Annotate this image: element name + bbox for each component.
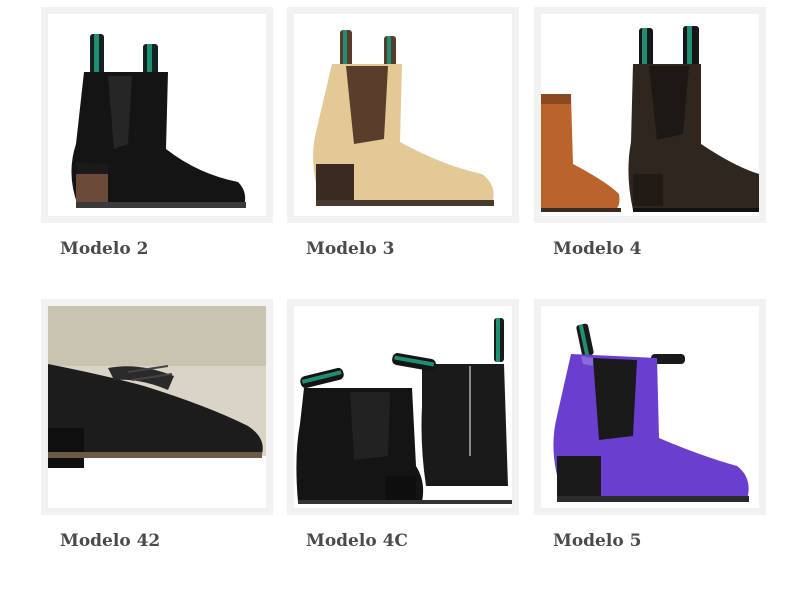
product-image-black-suede-boot [48, 14, 266, 216]
product-title: Modelo 2 [60, 239, 149, 259]
product-image-beige-leather-boot [294, 14, 512, 216]
product-card-modelo-4c[interactable]: Modelo 4C [287, 299, 519, 569]
product-title: Modelo 4 [553, 239, 642, 259]
product-thumbnail-frame [41, 7, 273, 223]
product-title: Modelo 4C [306, 531, 408, 551]
product-thumbnail-frame [41, 299, 273, 515]
product-image-brown-and-dark-boots [541, 14, 759, 216]
product-card-modelo-2[interactable]: Modelo 2 [41, 7, 273, 277]
product-thumbnail-frame [534, 7, 766, 223]
product-title: Modelo 3 [306, 239, 395, 259]
product-card-modelo-3[interactable]: Modelo 3 [287, 7, 519, 277]
product-card-modelo-5[interactable]: Modelo 5 [534, 299, 766, 569]
product-thumbnail-frame [534, 299, 766, 515]
product-card-modelo-42[interactable]: Modelo 42 [41, 299, 273, 569]
product-title: Modelo 5 [553, 531, 642, 551]
product-thumbnail-frame [287, 299, 519, 515]
product-image-black-zip-boots [294, 306, 512, 508]
product-image-black-laced-shoe [48, 306, 266, 508]
product-image-purple-leather-boot [541, 306, 759, 508]
product-title: Modelo 42 [60, 531, 161, 551]
product-card-modelo-4[interactable]: Modelo 4 [534, 7, 766, 277]
product-thumbnail-frame [287, 7, 519, 223]
